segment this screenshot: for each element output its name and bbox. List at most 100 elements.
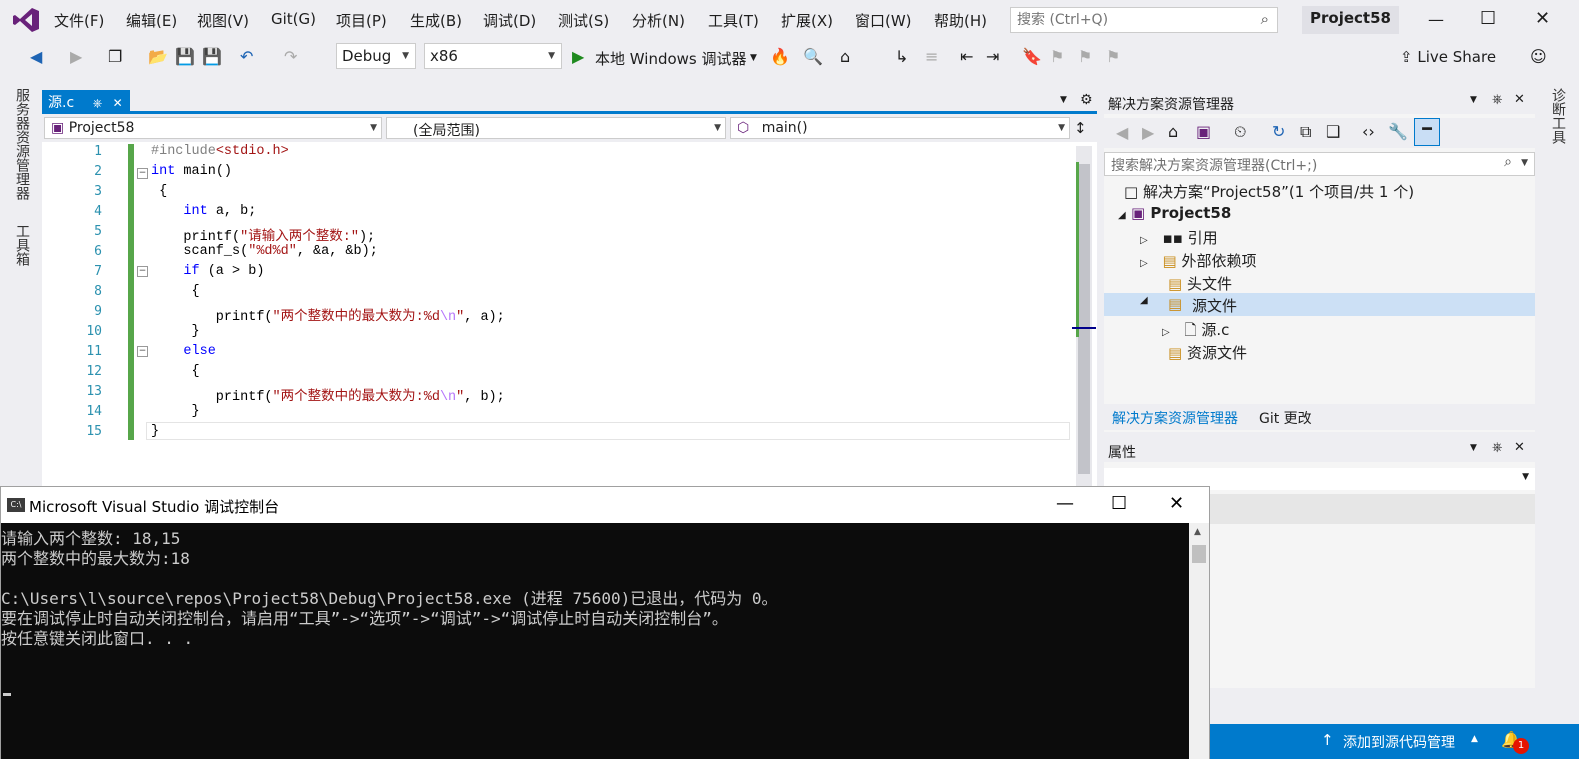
collapse-toggle[interactable]: − bbox=[137, 266, 148, 277]
layout-icon[interactable]: ≡ bbox=[925, 47, 938, 66]
collapsed-arrow-icon[interactable]: ▷ bbox=[1140, 258, 1148, 269]
switch-views-icon[interactable]: ▣ bbox=[1196, 122, 1211, 141]
expanded-arrow-icon[interactable]: ◢ bbox=[1118, 210, 1126, 221]
menu-tools[interactable]: 工具(T) bbox=[708, 10, 759, 31]
close-icon[interactable]: ✕ bbox=[1514, 440, 1525, 455]
tree-item-solution[interactable]: □ 解决方案“Project58”(1 个项目/共 1 个) bbox=[1124, 181, 1414, 202]
maximize-icon[interactable]: ☐ bbox=[1480, 8, 1496, 29]
back-icon[interactable]: ◀ bbox=[1116, 123, 1128, 142]
properties-wrench-icon[interactable]: 🔧 bbox=[1388, 122, 1408, 141]
tree-item-references[interactable]: ▷ ▪▪ 引用 bbox=[1140, 227, 1218, 248]
pending-changes-icon[interactable]: ⏲ bbox=[1234, 122, 1246, 142]
redo-icon[interactable]: ↷ bbox=[284, 47, 297, 66]
find-in-files-icon[interactable]: 🔍 bbox=[803, 47, 823, 66]
minimize-icon[interactable]: — bbox=[1428, 10, 1444, 29]
minimize-icon[interactable]: — bbox=[1056, 493, 1074, 514]
expanded-arrow-icon[interactable]: ◢ bbox=[1140, 295, 1148, 306]
search-icon[interactable]: ⌕ bbox=[1261, 10, 1269, 28]
prev-bookmark-icon[interactable]: ⚑ bbox=[1050, 47, 1064, 66]
back-icon[interactable]: ◀ bbox=[30, 47, 42, 66]
hot-reload-icon[interactable]: 🔥 bbox=[770, 47, 790, 66]
close-tab-icon[interactable]: ✕ bbox=[113, 96, 123, 110]
search-input[interactable] bbox=[1011, 8, 1251, 32]
menu-window[interactable]: 窗口(W) bbox=[855, 10, 912, 31]
tab-list-chevron-icon[interactable]: ▼ bbox=[1060, 95, 1067, 105]
preview-icon[interactable]: ━ bbox=[1414, 118, 1440, 146]
play-icon[interactable]: ▶ bbox=[572, 47, 584, 66]
split-icon[interactable]: ↕ bbox=[1074, 119, 1087, 137]
settings-gear-icon[interactable]: ⚙ bbox=[1080, 92, 1093, 108]
solution-explorer-search[interactable]: 搜索解决方案资源管理器(Ctrl+;) ⌕ ▼ bbox=[1104, 152, 1535, 176]
indent-icon[interactable]: ⇥ bbox=[986, 47, 999, 66]
menu-help[interactable]: 帮助(H) bbox=[934, 10, 987, 31]
home-icon[interactable]: ⌂ bbox=[1168, 122, 1178, 141]
feedback-icon[interactable]: ☺ bbox=[1530, 47, 1547, 66]
scope-dropdown[interactable]: (全局范围) ▼ bbox=[386, 117, 726, 139]
menu-git[interactable]: Git(G) bbox=[271, 10, 316, 28]
menu-debug[interactable]: 调试(D) bbox=[483, 10, 536, 31]
scrollbar-thumb[interactable] bbox=[1078, 164, 1090, 474]
view-code-icon[interactable]: ‹› bbox=[1362, 122, 1375, 141]
search-box[interactable]: ⌕ bbox=[1010, 7, 1278, 33]
project-dropdown[interactable]: ▣ Project58 ▼ bbox=[44, 117, 382, 139]
chevron-down-icon[interactable]: ▼ bbox=[1470, 95, 1477, 105]
browser-icon[interactable]: ⌂ bbox=[840, 47, 850, 66]
menu-extensions[interactable]: 扩展(X) bbox=[781, 10, 833, 31]
scrollbar-thumb[interactable] bbox=[1192, 545, 1206, 563]
save-all-icon[interactable]: 💾 bbox=[202, 47, 222, 66]
collapsed-arrow-icon[interactable]: ▷ bbox=[1140, 235, 1148, 246]
pin-icon[interactable]: ⎈ bbox=[1492, 92, 1502, 107]
tab-solution-explorer[interactable]: 解决方案资源管理器 bbox=[1112, 408, 1238, 428]
tab-git-changes[interactable]: Git 更改 bbox=[1259, 408, 1312, 428]
member-dropdown[interactable]: ⬡ main() ▼ bbox=[730, 117, 1070, 139]
search-icon[interactable]: ⌕ bbox=[1504, 154, 1512, 170]
clear-bookmarks-icon[interactable]: ⚑ bbox=[1106, 47, 1120, 66]
tree-item-source-files[interactable]: ◢ ▤ 源文件 bbox=[1104, 293, 1535, 316]
step-icon[interactable]: ↳ bbox=[895, 47, 908, 66]
pin-icon[interactable]: ⎈ bbox=[93, 96, 103, 110]
platform-select[interactable]: x86 ▼ bbox=[424, 43, 562, 69]
menu-view[interactable]: 视图(V) bbox=[197, 10, 249, 31]
show-all-files-icon[interactable]: ❑ bbox=[1326, 122, 1340, 141]
collapsed-arrow-icon[interactable]: ▷ bbox=[1162, 327, 1170, 338]
scroll-up-icon[interactable]: ▲ bbox=[1194, 527, 1201, 537]
add-to-source-control-button[interactable]: 添加到源代码管理 bbox=[1343, 732, 1455, 752]
chevron-down-icon[interactable]: ▼ bbox=[750, 53, 757, 63]
tree-item-external-deps[interactable]: ▷ ▤ 外部依赖项 bbox=[1140, 250, 1256, 271]
menu-edit[interactable]: 编辑(E) bbox=[126, 10, 177, 31]
chevron-down-icon[interactable]: ▼ bbox=[1521, 158, 1528, 168]
live-share-button[interactable]: ⇪ Live Share bbox=[1400, 48, 1496, 66]
console-output[interactable]: 请输入两个整数: 18,15 两个整数中的最大数为:18 C:\Users\l\… bbox=[1, 523, 1189, 759]
tree-item-header-files[interactable]: ▤ 头文件 bbox=[1168, 273, 1232, 294]
menu-file[interactable]: 文件(F) bbox=[54, 10, 104, 31]
config-select[interactable]: Debug ▼ bbox=[336, 43, 416, 69]
collapse-toggle[interactable]: − bbox=[137, 168, 148, 179]
next-bookmark-icon[interactable]: ⚑ bbox=[1078, 47, 1092, 66]
bookmark-icon[interactable]: 🔖 bbox=[1022, 47, 1042, 66]
collapse-all-icon[interactable]: ⧉ bbox=[1300, 122, 1311, 142]
menu-analyze[interactable]: 分析(N) bbox=[632, 10, 685, 31]
refresh-icon[interactable]: ↻ bbox=[1272, 122, 1285, 141]
chevron-up-icon[interactable]: ▲ bbox=[1471, 734, 1478, 744]
code-editor[interactable]: 1 2 3 4 5 6 7 8 9 10 11 12 13 14 15 − − … bbox=[42, 142, 1097, 492]
close-icon[interactable]: ✕ bbox=[1514, 92, 1525, 107]
chevron-down-icon[interactable]: ▼ bbox=[1470, 443, 1477, 453]
visual-studio-logo-icon[interactable] bbox=[12, 6, 40, 34]
save-icon[interactable]: 💾 bbox=[175, 47, 195, 66]
menu-project[interactable]: 项目(P) bbox=[336, 10, 387, 31]
forward-icon[interactable]: ▶ bbox=[1142, 123, 1154, 142]
console-scrollbar[interactable]: ▲ bbox=[1189, 523, 1209, 759]
tree-item-project[interactable]: ◢ ▣ Project58 bbox=[1118, 204, 1231, 222]
close-icon[interactable]: ✕ bbox=[1535, 8, 1550, 29]
outdent-icon[interactable]: ⇤ bbox=[960, 47, 973, 66]
server-explorer-tab[interactable]: 服务器资源管理器 bbox=[12, 88, 32, 200]
diagnostic-tools-tab[interactable]: 诊断工具 bbox=[1548, 88, 1568, 144]
new-project-icon[interactable]: ❐ bbox=[108, 47, 122, 66]
forward-icon[interactable]: ▶ bbox=[70, 47, 82, 66]
maximize-icon[interactable]: ☐ bbox=[1111, 493, 1127, 514]
menu-test[interactable]: 测试(S) bbox=[558, 10, 609, 31]
undo-icon[interactable]: ↶ bbox=[240, 47, 253, 66]
collapse-toggle[interactable]: − bbox=[137, 346, 148, 357]
document-tab[interactable]: 源.c ⎈ ✕ bbox=[42, 90, 130, 112]
open-folder-icon[interactable]: 📂 bbox=[148, 47, 168, 66]
